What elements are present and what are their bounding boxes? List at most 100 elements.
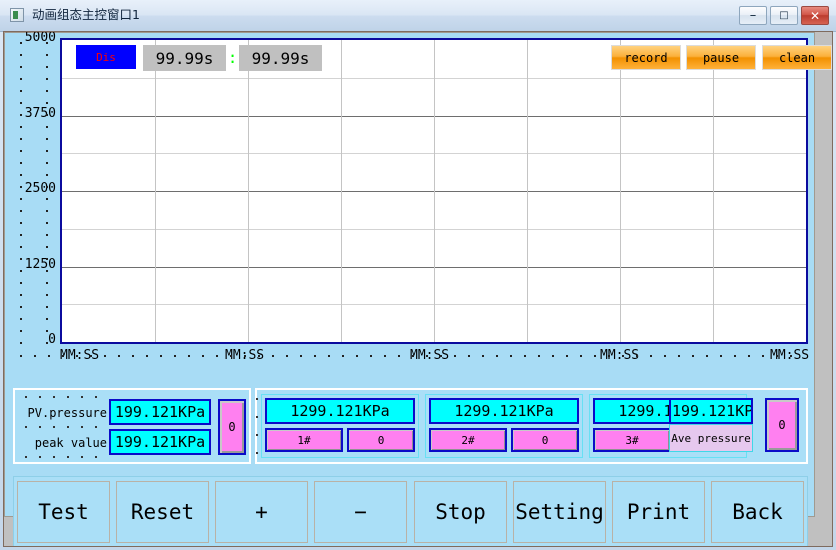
peak-value-value: 199.121KPa [109, 429, 211, 455]
application-icon [10, 8, 24, 22]
pv-pressure-value: 199.121KPa [109, 399, 211, 425]
alignment-dot [46, 282, 48, 284]
alignment-dot [20, 198, 22, 200]
channel-2-state[interactable]: 0 [511, 428, 579, 452]
alignment-dot [256, 434, 258, 436]
alignment-dot [46, 78, 48, 80]
back-button[interactable]: Back [711, 481, 804, 543]
chart-x-tick-label: MM:SS [600, 348, 640, 363]
chart-x-axis: MM:SS MM:SS MM:SS MM:SS MM:SS [10, 348, 810, 370]
chart-y-tick-label: 5000 [24, 31, 56, 45]
alignment-dot [46, 246, 48, 248]
pv-pressure-toggle[interactable]: 0 [218, 399, 246, 455]
alignment-dot [81, 426, 83, 428]
plus-button[interactable]: + [215, 481, 308, 543]
channel-1-tag[interactable]: 1# [265, 428, 343, 452]
alignment-dot [300, 355, 302, 357]
alignment-dot [272, 355, 274, 357]
close-button[interactable]: ✕ [801, 6, 829, 25]
alignment-dot [258, 355, 260, 357]
alignment-dot [46, 126, 48, 128]
pressure-readout-panel: PV.pressure 199.121KPa peak value 199.12… [13, 388, 251, 464]
alignment-dot [20, 330, 22, 332]
chart-y-axis: 5000 3750 2500 1250 0 [10, 31, 58, 347]
alignment-dot [664, 355, 666, 357]
alignment-dot [20, 186, 22, 188]
alignment-dot [81, 396, 83, 398]
alignment-dot [39, 426, 41, 428]
alignment-dot [706, 355, 708, 357]
alignment-dot [20, 318, 22, 320]
alignment-dot [90, 355, 92, 357]
setting-button[interactable]: Setting [513, 481, 606, 543]
reset-button[interactable]: Reset [116, 481, 209, 543]
time-separator: : [227, 48, 238, 67]
alignment-dot [20, 306, 22, 308]
alignment-dot [216, 355, 218, 357]
alignment-dot [20, 234, 22, 236]
chart-y-tick-label: 0 [48, 332, 56, 347]
chart-y-tick-label: 1250 [24, 256, 56, 272]
vertical-scrollbar[interactable] [814, 32, 832, 546]
average-pressure-toggle[interactable]: 0 [765, 398, 799, 452]
hmi-page: 5000 3750 2500 1250 0 Dis 99.99s : 99.99s re… [4, 31, 832, 546]
peak-value-label: peak value [34, 436, 107, 450]
stop-button[interactable]: Stop [414, 481, 507, 543]
alignment-dot [46, 342, 48, 344]
alignment-dot [20, 138, 22, 140]
alignment-dot [314, 355, 316, 357]
alignment-dot [440, 355, 442, 357]
clean-button[interactable]: clean [762, 45, 832, 70]
alignment-dot [95, 396, 97, 398]
chart-legend-dis: Dis [76, 45, 136, 69]
alignment-dot [46, 330, 48, 332]
alignment-dot [20, 270, 22, 272]
alignment-dot [256, 452, 258, 454]
alignment-dot [594, 355, 596, 357]
alignment-dot [25, 396, 27, 398]
alignment-dot [538, 355, 540, 357]
alignment-dot [412, 355, 414, 357]
alignment-dot [46, 306, 48, 308]
channel-1-state[interactable]: 0 [347, 428, 415, 452]
alignment-dot [81, 456, 83, 458]
alignment-dot [67, 456, 69, 458]
alignment-dot [566, 355, 568, 357]
alignment-dot [398, 355, 400, 357]
command-button-bar: Test Reset + − Stop Setting Print Back [13, 476, 808, 546]
alignment-dot [20, 342, 22, 344]
alignment-dot [46, 54, 48, 56]
alignment-dot [46, 294, 48, 296]
elapsed-time-display: 99.99s [143, 45, 226, 71]
alignment-dot [20, 258, 22, 260]
maximize-button[interactable]: □ [770, 6, 798, 25]
chart-gridline-vertical [434, 40, 435, 342]
alignment-dot [46, 174, 48, 176]
pause-button[interactable]: pause [686, 45, 756, 70]
chart-gridline-vertical [527, 40, 528, 342]
alignment-dot [650, 355, 652, 357]
alignment-dot [748, 355, 750, 357]
alignment-dot [160, 355, 162, 357]
chart-plot-area [62, 40, 806, 342]
alignment-dot [342, 355, 344, 357]
print-button[interactable]: Print [612, 481, 705, 543]
record-button[interactable]: record [611, 45, 681, 70]
alignment-dot [468, 355, 470, 357]
alignment-dot [46, 150, 48, 152]
alignment-dot [636, 355, 638, 357]
alignment-dot [678, 355, 680, 357]
alignment-dot [67, 426, 69, 428]
alignment-dot [67, 396, 69, 398]
test-button[interactable]: Test [17, 481, 110, 543]
alignment-dot [25, 426, 27, 428]
minus-button[interactable]: − [314, 481, 407, 543]
channel-2-tag[interactable]: 2# [429, 428, 507, 452]
channel-3-tag[interactable]: 3# [593, 428, 671, 452]
minimize-button[interactable]: – [739, 6, 767, 25]
alignment-dot [46, 234, 48, 236]
alignment-dot [118, 355, 120, 357]
trend-chart: 5000 3750 2500 1250 0 Dis 99.99s : 99.99s re… [10, 31, 832, 376]
alignment-dot [46, 66, 48, 68]
alignment-dot [244, 355, 246, 357]
